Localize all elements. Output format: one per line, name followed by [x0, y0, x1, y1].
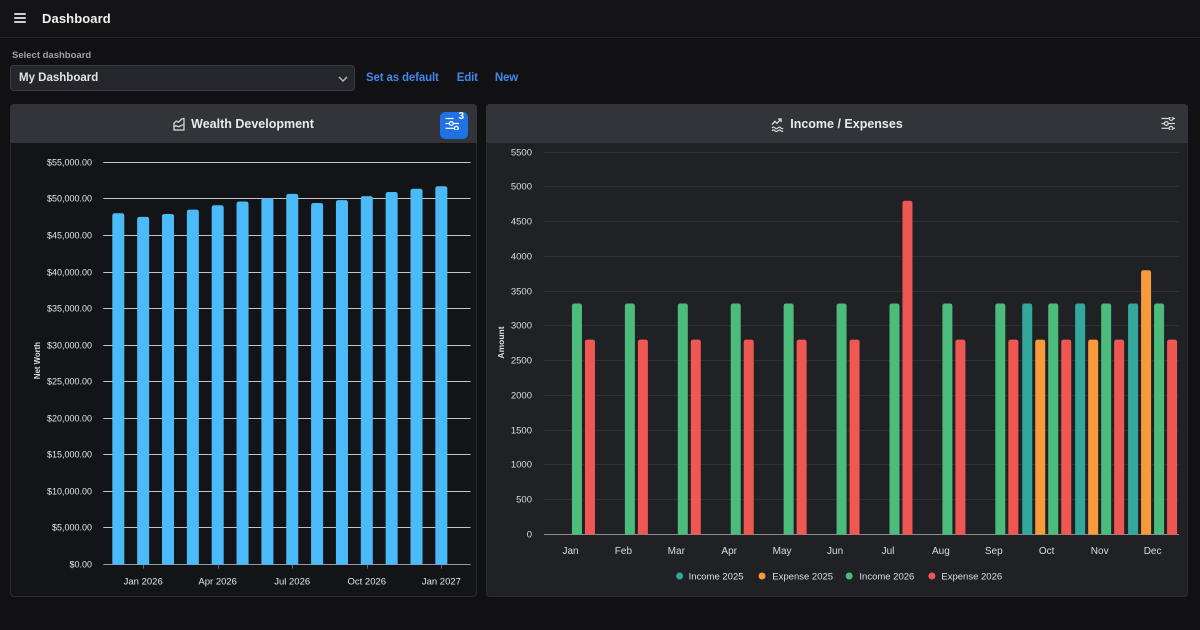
svg-text:Dec: Dec	[1144, 546, 1162, 557]
svg-text:Oct: Oct	[1039, 546, 1055, 557]
svg-text:Jan 2027: Jan 2027	[422, 577, 461, 588]
svg-text:Expense 2025: Expense 2025	[772, 571, 833, 582]
svg-text:1500: 1500	[511, 426, 532, 437]
svg-text:Income 2025: Income 2025	[689, 571, 744, 582]
svg-text:$20,000.00: $20,000.00	[47, 414, 92, 424]
svg-text:Jan: Jan	[562, 546, 578, 557]
svg-text:2000: 2000	[511, 391, 532, 402]
svg-text:5000: 5000	[511, 182, 532, 193]
svg-text:Jul 2026: Jul 2026	[274, 577, 310, 588]
svg-text:Jul: Jul	[882, 546, 895, 557]
svg-text:Apr 2026: Apr 2026	[198, 577, 237, 588]
svg-text:Jun: Jun	[827, 546, 843, 557]
svg-text:$35,000.00: $35,000.00	[47, 304, 92, 314]
svg-text:2500: 2500	[511, 356, 532, 367]
svg-text:Sep: Sep	[985, 546, 1003, 557]
svg-text:$0.00: $0.00	[69, 560, 92, 570]
svg-text:1000: 1000	[511, 460, 532, 471]
svg-text:Feb: Feb	[615, 546, 633, 557]
svg-text:Mar: Mar	[668, 546, 686, 557]
svg-text:$45,000.00: $45,000.00	[47, 231, 92, 241]
svg-text:Nov: Nov	[1091, 546, 1109, 557]
svg-text:500: 500	[516, 495, 532, 506]
svg-text:$55,000.00: $55,000.00	[47, 158, 92, 168]
svg-text:Aug: Aug	[932, 546, 950, 557]
svg-text:$40,000.00: $40,000.00	[47, 268, 92, 278]
svg-text:May: May	[773, 546, 792, 557]
svg-text:Oct 2026: Oct 2026	[348, 577, 387, 588]
svg-text:Amount: Amount	[496, 326, 506, 358]
svg-text:Apr: Apr	[721, 546, 737, 557]
svg-text:$50,000.00: $50,000.00	[47, 194, 92, 204]
svg-text:0: 0	[527, 530, 532, 541]
svg-text:5500: 5500	[511, 148, 532, 159]
svg-text:3500: 3500	[511, 287, 532, 298]
svg-text:Net Worth: Net Worth	[33, 342, 42, 379]
svg-text:4000: 4000	[511, 252, 532, 263]
svg-text:$25,000.00: $25,000.00	[47, 377, 92, 387]
svg-text:$15,000.00: $15,000.00	[47, 450, 92, 460]
svg-text:Expense 2026: Expense 2026	[941, 571, 1002, 582]
svg-text:3000: 3000	[511, 321, 532, 332]
svg-text:$30,000.00: $30,000.00	[47, 341, 92, 351]
svg-text:$10,000.00: $10,000.00	[47, 487, 92, 497]
svg-text:4500: 4500	[511, 217, 532, 228]
svg-text:Income 2026: Income 2026	[859, 571, 914, 582]
svg-text:$5,000.00: $5,000.00	[52, 523, 92, 533]
svg-text:Jan 2026: Jan 2026	[124, 577, 163, 588]
